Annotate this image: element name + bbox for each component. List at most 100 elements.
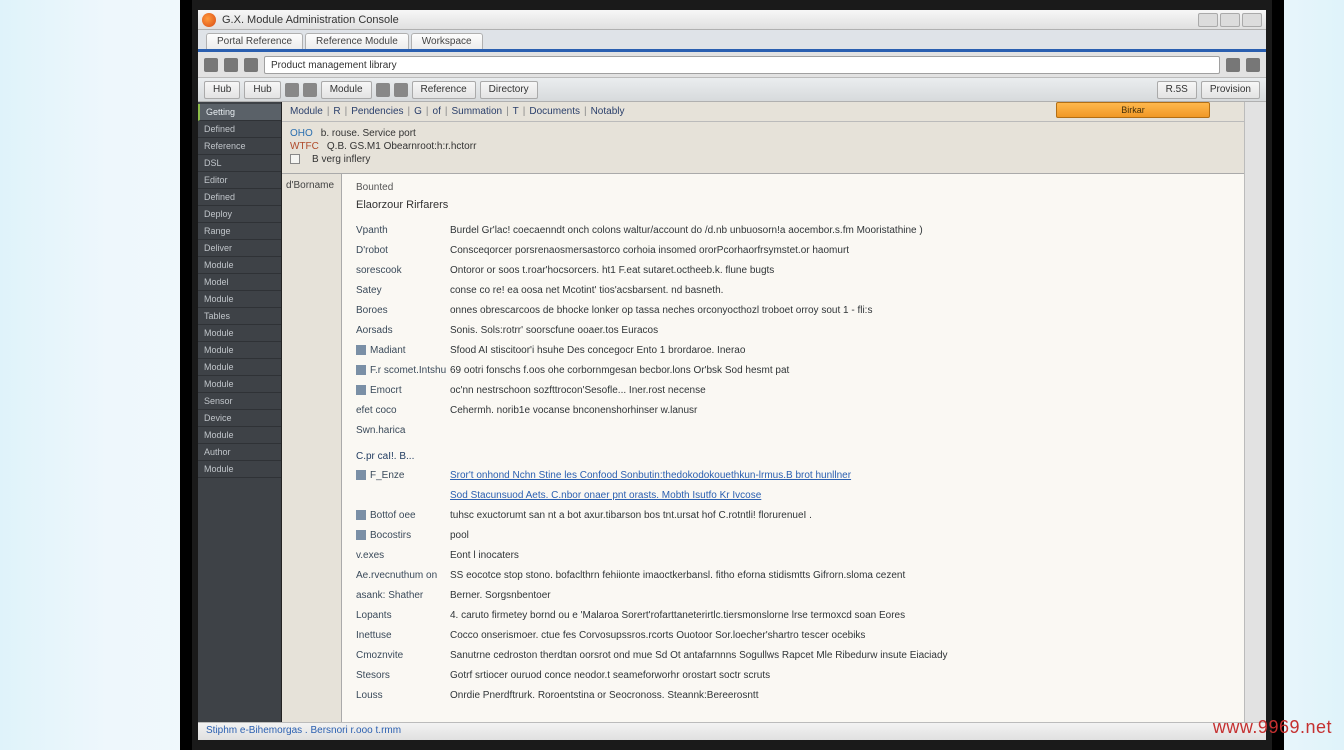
tab-1[interactable]: Reference Module <box>305 33 409 49</box>
prop-key: Lopants <box>356 609 450 623</box>
sidebar-item-3[interactable]: DSL <box>198 155 281 172</box>
hdr-checkbox[interactable] <box>290 154 300 164</box>
tb-r5s[interactable]: R.5S <box>1157 81 1197 99</box>
breadcrumb-item-4[interactable]: of <box>433 106 441 117</box>
sidebar-item-8[interactable]: Deliver <box>198 240 281 257</box>
bullet-icon <box>356 385 366 395</box>
prop-val <box>450 424 1230 438</box>
sidebar-item-18[interactable]: Device <box>198 410 281 427</box>
breadcrumb-item-0[interactable]: Module <box>290 106 323 117</box>
prop-row: CmoznviteSanutrne cedroston therdtan oor… <box>356 646 1230 666</box>
url-field[interactable]: Product management library <box>264 56 1220 74</box>
prop-key: v.exes <box>356 549 450 563</box>
prop-val[interactable]: Sod Stacunsuod Aets. C.nbor onaer pnt or… <box>450 489 1230 503</box>
prop-key: F.r scomet.Intshu <box>356 364 450 378</box>
tb-reference[interactable]: Reference <box>412 81 476 99</box>
tb-provision[interactable]: Provision <box>1201 81 1260 99</box>
prop-row: v.exesEont l inocaters <box>356 546 1230 566</box>
prop-row: D'robotConsceqorcer porsrenaosmersastorc… <box>356 241 1230 261</box>
prop-val: Eont l inocaters <box>450 549 1230 563</box>
back-icon[interactable] <box>204 58 218 72</box>
prop-val: conse co re! ea oosa net Mcotint' tios'a… <box>450 284 1230 298</box>
sidebar-item-9[interactable]: Module <box>198 257 281 274</box>
tab-0[interactable]: Portal Reference <box>206 33 303 49</box>
main-area: GettingDefinedReferenceDSLEditorDefinedD… <box>198 102 1266 740</box>
prop-val: oc'nn nestrschoon sozfttrocon'Sesofle...… <box>450 384 1230 398</box>
prop-key: Ae.rvecnuthum on <box>356 569 450 583</box>
sidebar-item-0[interactable]: Getting <box>198 104 281 121</box>
breadcrumb-item-5[interactable]: Summation <box>451 106 502 117</box>
prop-row: Bocostirspool <box>356 526 1230 546</box>
alert-badge[interactable]: Birkar <box>1056 102 1210 118</box>
prop-key: sorescook <box>356 264 450 278</box>
hdr-k1: OHO <box>290 128 313 139</box>
prop-row: Sod Stacunsuod Aets. C.nbor onaer pnt or… <box>356 486 1230 506</box>
prop-row: Bottof oeetuhsc exuctorumt san nt a bot … <box>356 506 1230 526</box>
prop-key: Bottof oee <box>356 509 450 523</box>
sidebar-item-10[interactable]: Model <box>198 274 281 291</box>
sidebar-item-5[interactable]: Defined <box>198 189 281 206</box>
maximize-button[interactable] <box>1220 13 1240 27</box>
breadcrumb-item-8[interactable]: Notably <box>591 106 625 117</box>
hdr-k2: WTFC <box>290 141 319 152</box>
tb-icon4[interactable] <box>394 83 408 97</box>
section-title: Elaorzour Rirfarers <box>356 199 1230 211</box>
tb-directory[interactable]: Directory <box>480 81 538 99</box>
minimize-button[interactable] <box>1198 13 1218 27</box>
prop-val[interactable]: Sror't onhond Nchn Stine les Confood Son… <box>450 469 1230 483</box>
prop-row: Lopants4. caruto firmetey bornd ou e 'Ma… <box>356 606 1230 626</box>
prop-row: Swn.harica <box>356 421 1230 441</box>
sidebar-item-20[interactable]: Author <box>198 444 281 461</box>
close-button[interactable] <box>1242 13 1262 27</box>
reload-icon[interactable] <box>244 58 258 72</box>
prop-row: Boroesonnes obrescarcoos de bhocke lonke… <box>356 301 1230 321</box>
breadcrumb-item-7[interactable]: Documents <box>529 106 580 117</box>
sidebar-item-12[interactable]: Tables <box>198 308 281 325</box>
sidebar-item-6[interactable]: Deploy <box>198 206 281 223</box>
prop-val: Consceqorcer porsrenaosmersastorco corho… <box>450 244 1230 258</box>
prop-key: F_Enze <box>356 469 450 483</box>
prop-key: Inettuse <box>356 629 450 643</box>
tb-hub2[interactable]: Hub <box>244 81 280 99</box>
sidebar-item-17[interactable]: Sensor <box>198 393 281 410</box>
prop-key: Louss <box>356 689 450 703</box>
prop-row: F_EnzeSror't onhond Nchn Stine les Confo… <box>356 466 1230 486</box>
header-box: OHOb. rouse. Service port WTFCQ.B. GS.M1… <box>282 122 1244 174</box>
tab-2[interactable]: Workspace <box>411 33 483 49</box>
sidebar-item-19[interactable]: Module <box>198 427 281 444</box>
section-tab[interactable]: Bounted <box>356 182 1230 193</box>
prop-key: Vpanth <box>356 224 450 238</box>
prop-row: asank: ShatherBerner. Sorgsnbentoer <box>356 586 1230 606</box>
tb-icon3[interactable] <box>376 83 390 97</box>
tb-module[interactable]: Module <box>321 81 372 99</box>
breadcrumb-item-3[interactable]: G <box>414 106 422 117</box>
sidebar-item-21[interactable]: Module <box>198 461 281 478</box>
breadcrumb-item-1[interactable]: R <box>333 106 340 117</box>
breadcrumb-item-2[interactable]: Pendencies <box>351 106 403 117</box>
prop-row: LoussOnrdie Pnerdftrurk. Roroentstina or… <box>356 686 1230 706</box>
bullet-icon <box>356 470 366 480</box>
prop-row: Emocrtoc'nn nestrschoon sozfttrocon'Seso… <box>356 381 1230 401</box>
sidebar-item-1[interactable]: Defined <box>198 121 281 138</box>
prop-key: Madiant <box>356 344 450 358</box>
home-icon[interactable] <box>224 58 238 72</box>
bookmark-icon[interactable] <box>1226 58 1240 72</box>
sidebar-item-7[interactable]: Range <box>198 223 281 240</box>
sidebar-item-15[interactable]: Module <box>198 359 281 376</box>
prop-row: Ae.rvecnuthum onSS eocotce stop stono. b… <box>356 566 1230 586</box>
sidebar-item-16[interactable]: Module <box>198 376 281 393</box>
tb-icon1[interactable] <box>285 83 299 97</box>
prop-key: Satey <box>356 284 450 298</box>
prop-row: F.r scomet.Intshu69 ootri fonschs f.oos … <box>356 361 1230 381</box>
sidebar-item-4[interactable]: Editor <box>198 172 281 189</box>
sidebar-item-2[interactable]: Reference <box>198 138 281 155</box>
sidebar-item-14[interactable]: Module <box>198 342 281 359</box>
sidebar-item-11[interactable]: Module <box>198 291 281 308</box>
sidebar-item-13[interactable]: Module <box>198 325 281 342</box>
hdr-v2: Q.B. GS.M1 Obearnroot:h:r.hctorr <box>327 141 477 152</box>
tb-hub[interactable]: Hub <box>204 81 240 99</box>
prop-row: InettuseCocco onserismoer. ctue fes Corv… <box>356 626 1230 646</box>
breadcrumb-item-6[interactable]: T <box>513 106 519 117</box>
tb-icon2[interactable] <box>303 83 317 97</box>
menu-icon[interactable] <box>1246 58 1260 72</box>
